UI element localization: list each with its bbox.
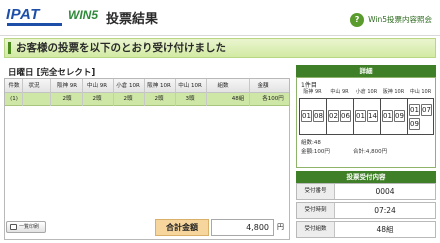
total-amount-label: 合計金額 (155, 219, 209, 236)
section-title: 日曜日 [完全セレクト] (8, 68, 96, 78)
cell-race-2: 2頭 (92, 96, 102, 102)
total-amount-value: 4,800 (211, 219, 274, 236)
receipt-row: 受付番号 0004 (296, 183, 436, 200)
col-status: 状況 (28, 83, 40, 89)
receipt-row: 受付組数 48組 (296, 221, 436, 238)
col-race-3: 小倉 10R (116, 83, 140, 89)
detail-heading: 詳細 (296, 65, 436, 77)
divider (82, 79, 83, 106)
horse-number: 01 (382, 110, 393, 122)
banner-message: お客様の投票を以下のとおり受け付けました (16, 42, 226, 54)
col-race-1: 阪神 9R (56, 83, 78, 89)
horse-number: 01 (409, 104, 420, 116)
detail-race-1: 阪神 9R (303, 89, 322, 95)
col-race-4: 阪神 10R (147, 83, 171, 89)
divider (113, 79, 114, 106)
detail-race-4: 阪神 10R (382, 89, 405, 95)
table-header: 件数 状況 阪神 9R 中山 9R 小倉 10R 阪神 10R 中山 10R 組… (5, 79, 289, 93)
receipt-value: 0004 (375, 187, 395, 196)
divider (50, 79, 51, 106)
receipt-value: 07:24 (374, 206, 396, 215)
win5-inquiry-label: Win5投票内容照会 (368, 15, 432, 24)
col-race-5: 中山 10R (178, 83, 202, 89)
detail-total: 合計:4,800円 (353, 149, 388, 155)
detail-race-3: 小倉 10R (355, 89, 378, 95)
confirmation-banner: お客様の投票を以下のとおり受け付けました (4, 38, 436, 58)
divider (206, 79, 207, 106)
printer-icon (10, 224, 17, 230)
banner-accent-bar (8, 42, 11, 54)
horse-number: 06 (340, 110, 351, 122)
detail-race-2: 中山 9R (330, 89, 349, 95)
table-row[interactable]: (1) 2頭 2頭 2頭 2頭 3頭 48組 各100円 (5, 93, 289, 106)
receipt-label: 受付時刻 (297, 203, 335, 218)
ipat-logo-underline (7, 23, 62, 26)
detail-race-5: 中山 10R (409, 89, 432, 95)
divider (353, 99, 354, 134)
receipt-heading: 投票受付内容 (296, 171, 436, 183)
divider (249, 79, 250, 106)
divider (175, 79, 176, 106)
divider (144, 79, 145, 106)
detail-race-headers: 阪神 9R 中山 9R 小倉 10R 阪神 10R 中山 10R (299, 88, 433, 97)
horse-number: 01 (301, 110, 312, 122)
info-circle-icon: ? (350, 13, 365, 27)
cell-race-3: 2頭 (123, 96, 133, 102)
win5-logo: WIN5 (68, 8, 98, 22)
receipt-panel: 受付番号 0004 受付時刻 07:24 受付組数 48組 (296, 183, 436, 240)
col-count: 件数 (8, 83, 20, 89)
receipt-value: 48組 (376, 225, 394, 234)
horse-number: 08 (313, 110, 324, 122)
divider (22, 79, 23, 106)
cell-race-4: 2頭 (154, 96, 164, 102)
col-race-2: 中山 9R (86, 83, 108, 89)
divider (380, 99, 381, 134)
horse-number: 14 (367, 110, 378, 122)
receipt-label: 受付番号 (297, 184, 335, 199)
divider (407, 99, 408, 134)
cell-count: (1) (10, 96, 18, 102)
detail-panel: 1件目 阪神 9R 中山 9R 小倉 10R 阪神 10R 中山 10R 01 … (296, 77, 436, 168)
total-amount-unit: 円 (277, 223, 284, 231)
ipat-logo: IPAT (6, 6, 40, 23)
bet-list-panel: 件数 状況 阪神 9R 中山 9R 小倉 10R 阪神 10R 中山 10R 組… (4, 78, 290, 240)
horse-number: 02 (328, 110, 339, 122)
cell-amount: 各100円 (262, 96, 284, 102)
divider (326, 99, 327, 134)
horse-number: 09 (394, 110, 405, 122)
detail-amount: 金額:100円 (301, 149, 330, 155)
print-list-label: 一覧印刷 (19, 224, 40, 230)
print-list-button[interactable]: 一覧印刷 (6, 221, 46, 233)
cell-kumisu: 48組 (231, 96, 245, 102)
win5-inquiry-link[interactable]: ? Win5投票内容照会 (348, 11, 436, 29)
horse-number: 09 (409, 118, 420, 130)
horse-number: 01 (355, 110, 366, 122)
horse-number: 07 (421, 104, 432, 116)
cell-race-1: 2頭 (62, 96, 72, 102)
page-title: 投票結果 (106, 12, 159, 27)
cell-race-5: 3頭 (185, 96, 195, 102)
col-amount: 金額 (257, 83, 269, 89)
header: IPAT WIN5 投票結果 ? Win5投票内容照会 (0, 0, 440, 36)
detail-kumisu: 組数:48 (301, 140, 321, 146)
selection-grid: 01 08 02 06 01 14 01 09 01 07 09 (299, 98, 434, 135)
col-kumisu: 組数 (217, 83, 229, 89)
receipt-label: 受付組数 (297, 222, 335, 237)
receipt-row: 受付時刻 07:24 (296, 202, 436, 219)
